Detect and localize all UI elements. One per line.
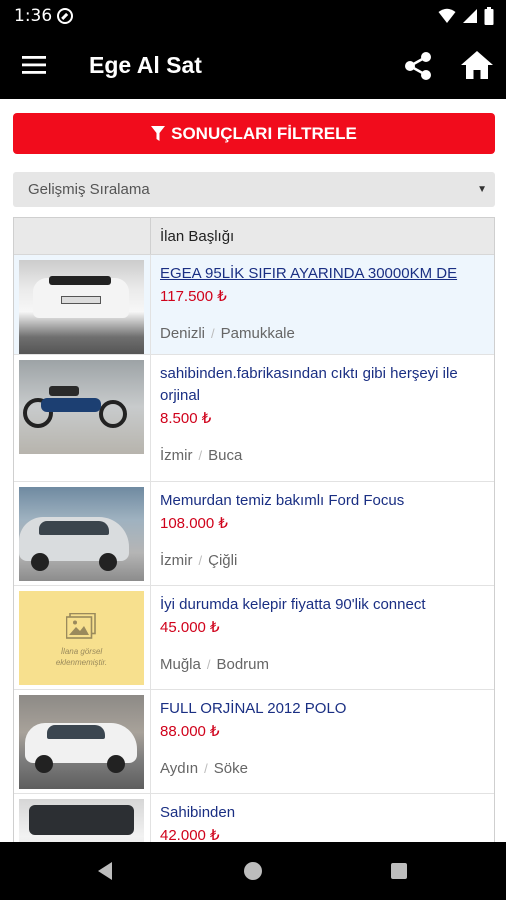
- no-image-text: İlana görsel eklenmemiştir.: [55, 647, 108, 667]
- listing-thumbnail-cell: [14, 255, 151, 354]
- listing-price: 117.500 ₺: [160, 288, 227, 305]
- listing-row[interactable]: EGEA 95LİK SIFIR AYARINDA 30000KM DE 117…: [14, 255, 494, 355]
- filter-button-label: SONUÇLARI FİLTRELE: [171, 123, 357, 143]
- share-icon[interactable]: [402, 50, 434, 82]
- listing-row[interactable]: sahibinden.fabrikasından cıktı gibi herş…: [14, 355, 494, 482]
- listing-photo-placeholder[interactable]: İlana görsel eklenmemiştir.: [19, 591, 144, 685]
- listing-title[interactable]: Sahibinden: [160, 802, 484, 824]
- listing-row[interactable]: İlana görsel eklenmemiştir. İyi durumda …: [14, 586, 494, 690]
- home-button-icon[interactable]: [244, 862, 262, 880]
- listing-price: 108.000 ₺: [160, 515, 228, 532]
- listing-city: İzmir: [160, 552, 193, 569]
- listing-city: Denizli: [160, 325, 206, 342]
- listing-thumbnail-cell: [14, 482, 151, 585]
- listing-photo-white-car[interactable]: [19, 260, 144, 354]
- listing-location: Aydın / Söke: [160, 760, 248, 777]
- listing-price: 88.000 ₺: [160, 723, 220, 740]
- listing-info: sahibinden.fabrikasından cıktı gibi herş…: [151, 355, 494, 481]
- listing-city: İzmir: [160, 447, 193, 464]
- listing-row[interactable]: Memurdan temiz bakımlı Ford Focus 108.00…: [14, 482, 494, 586]
- header-image-column: [14, 218, 151, 254]
- listing-location: Denizli / Pamukkale: [160, 325, 295, 342]
- listing-thumbnail-cell: [14, 355, 151, 481]
- listing-city: Muğla: [160, 656, 201, 673]
- listing-row[interactable]: FULL ORJİNAL 2012 POLO 88.000 ₺ Aydın / Sö…: [14, 690, 494, 794]
- listing-info: FULL ORJİNAL 2012 POLO 88.000 ₺ Aydın / Sö…: [151, 690, 494, 793]
- listing-price: 45.000 ₺: [160, 619, 220, 636]
- dropdown-arrow-icon: ▼: [477, 184, 487, 195]
- listing-title[interactable]: sahibinden.fabrikasından cıktı gibi herş…: [160, 363, 484, 407]
- hamburger-menu-icon[interactable]: [21, 52, 47, 78]
- table-header: İlan Başlığı: [14, 218, 494, 255]
- battery-icon: [484, 7, 494, 25]
- listing-photo-silver-ford-focus[interactable]: [19, 487, 144, 581]
- filter-results-button[interactable]: SONUÇLARI FİLTRELE: [13, 113, 495, 154]
- wifi-icon: [438, 8, 456, 23]
- listing-district: Söke: [213, 760, 248, 777]
- sort-selected-value: Gelişmiş Sıralama: [28, 181, 150, 198]
- listing-info: İyi durumda kelepir fiyatta 90'lik conne…: [151, 586, 494, 689]
- listing-price: 8.500 ₺: [160, 410, 212, 427]
- listing-location: Muğla / Bodrum: [160, 656, 270, 673]
- app-title: Ege Al Sat: [89, 52, 202, 78]
- system-navigation-bar: [0, 842, 506, 900]
- listing-photo-moped[interactable]: [19, 360, 144, 454]
- filter-funnel-icon: [151, 125, 166, 141]
- listing-info: EGEA 95LİK SIFIR AYARINDA 30000KM DE 117…: [151, 255, 494, 354]
- listing-district: Bodrum: [216, 656, 270, 673]
- listing-thumbnail-cell: [14, 690, 151, 793]
- listing-title[interactable]: FULL ORJİNAL 2012 POLO: [160, 698, 484, 720]
- listing-photo-white-polo[interactable]: [19, 695, 144, 789]
- signal-icon: [463, 9, 477, 23]
- header-title-column: İlan Başlığı: [160, 228, 235, 245]
- listing-title[interactable]: Memurdan temiz bakımlı Ford Focus: [160, 490, 484, 512]
- recent-apps-icon[interactable]: [391, 863, 407, 879]
- listing-district: Pamukkale: [220, 325, 295, 342]
- status-bar: 1:36: [0, 0, 506, 32]
- listing-thumbnail-cell: İlana görsel eklenmemiştir.: [14, 586, 151, 689]
- listing-info: Memurdan temiz bakımlı Ford Focus 108.00…: [151, 482, 494, 585]
- listing-district: Çiğli: [208, 552, 238, 569]
- listing-location: İzmir / Çiğli: [160, 552, 238, 569]
- status-time: 1:36: [14, 6, 53, 26]
- listing-city: Aydın: [160, 760, 199, 777]
- back-icon[interactable]: [97, 861, 113, 881]
- listing-title[interactable]: EGEA 95LİK SIFIR AYARINDA 30000KM DE: [160, 263, 484, 285]
- home-icon[interactable]: [460, 49, 494, 81]
- app-bar: Ege Al Sat: [0, 32, 506, 99]
- system-icons: [438, 7, 494, 25]
- listing-location: İzmir / Buca: [160, 447, 243, 464]
- image-placeholder-icon: [66, 613, 96, 639]
- listing-title[interactable]: İyi durumda kelepir fiyatta 90'lik conne…: [160, 594, 484, 616]
- listing-table: İlan Başlığı EGEA 95LİK SIFIR AYARINDA 3…: [13, 217, 495, 857]
- listing-district: Buca: [208, 447, 243, 464]
- sort-select[interactable]: Gelişmiş Sıralama ▼: [13, 172, 495, 207]
- do-not-disturb-icon: [57, 8, 73, 24]
